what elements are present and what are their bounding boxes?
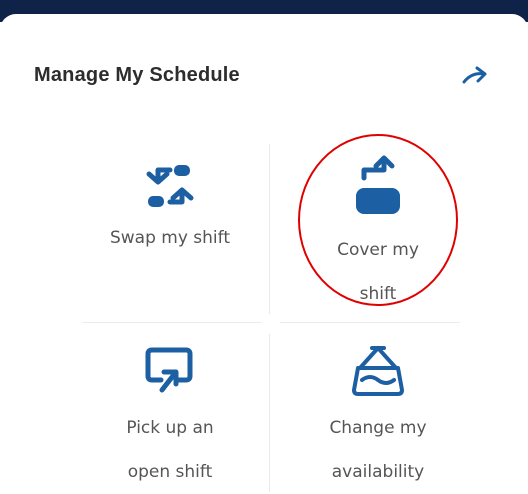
availability-sign-icon [352,346,404,396]
manage-schedule-card: Manage My Schedule Swap my shift Cover m… [0,14,528,492]
cover-shift-icon [356,155,400,214]
card-title: Manage My Schedule [34,64,240,86]
cover-my-shift-label-line2: shift [359,284,397,304]
pick-up-label-line1: Pick up an [126,418,214,438]
grid-divider-vertical-bottom [269,334,270,492]
swap-my-shift-label: Swap my shift [109,228,231,248]
change-availability-label-line2: availability [331,462,425,482]
change-availability-label-line1: Change my [329,418,427,438]
pick-up-open-shift-button[interactable]: Pick up an open shift [78,334,262,494]
change-availability-button[interactable]: Change my availability [286,334,470,494]
swap-my-shift-button[interactable]: Swap my shift [78,154,262,314]
cover-my-shift-label-line1: Cover my [337,240,419,260]
grid-divider-horizontal-left [82,322,262,323]
pick-up-label-line2: open shift [127,462,213,482]
cover-my-shift-button[interactable]: Cover my shift [286,154,470,314]
swap-arrows-icon [146,165,194,207]
grid-divider-horizontal-right [280,322,460,323]
arrow-right-icon[interactable] [460,62,492,90]
grid-divider-vertical-top [269,144,270,314]
pick-up-shift-icon [145,347,193,393]
